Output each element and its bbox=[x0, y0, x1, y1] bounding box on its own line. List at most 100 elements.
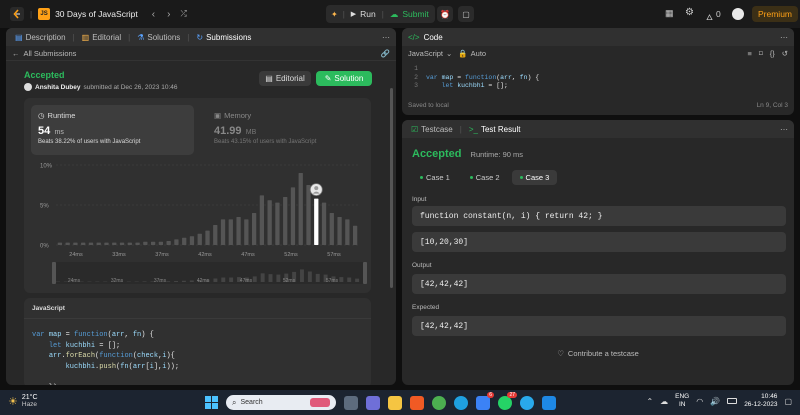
wifi-icon[interactable]: ◠ bbox=[696, 397, 703, 406]
chevron-up-icon[interactable]: ⌃ bbox=[646, 397, 653, 406]
streak-flame-icon[interactable]: 🜂 bbox=[706, 8, 713, 25]
onedrive-icon[interactable]: ☁ bbox=[660, 397, 668, 406]
submission-divider bbox=[6, 60, 396, 61]
tab-editorial[interactable]: ▥ Editorial bbox=[79, 33, 124, 42]
clock[interactable]: 10:46 26-12-2023 bbox=[744, 393, 777, 409]
reset-icon[interactable]: ↺ bbox=[782, 49, 788, 58]
telegram-icon[interactable] bbox=[520, 395, 534, 410]
next-problem-icon[interactable]: › bbox=[167, 9, 170, 20]
memory-card[interactable]: ▣ Memory 41.99 MB Beats 43.15% of users w… bbox=[207, 105, 367, 155]
debug-icon[interactable]: ✦ bbox=[326, 10, 343, 19]
result-panel: ☑ Testcase | >_ Test Result ⋯ Accepted Run… bbox=[402, 120, 794, 385]
case-tab-1[interactable]: Case 1 bbox=[412, 170, 458, 185]
divider: | bbox=[187, 32, 190, 42]
language-indicator[interactable]: ENG IN bbox=[675, 393, 689, 409]
input-fn-box[interactable]: function constant(n, i) { return 42; } bbox=[412, 206, 786, 226]
notification-icon[interactable]: ▢ bbox=[784, 397, 792, 406]
notification-app-icon[interactable]: 6 bbox=[476, 391, 494, 410]
edge-icon[interactable] bbox=[454, 395, 468, 410]
task-view-icon[interactable] bbox=[344, 395, 358, 410]
back-arrow-icon[interactable]: ← bbox=[12, 49, 20, 58]
file-explorer-icon[interactable] bbox=[388, 395, 402, 410]
shuffle-icon[interactable]: ⤮ bbox=[180, 9, 186, 19]
braces-icon[interactable]: {} bbox=[770, 49, 775, 58]
taskbar-center: ⌕ Search 6 27 bbox=[205, 391, 560, 410]
tab-submissions[interactable]: ↻ Submissions bbox=[193, 33, 254, 42]
minimap-bar bbox=[181, 280, 186, 282]
result-panel-tabs: ☑ Testcase | >_ Test Result ⋯ bbox=[402, 120, 794, 138]
taskbar-search[interactable]: ⌕ Search bbox=[226, 395, 336, 410]
x-tick-label: 52ms bbox=[284, 252, 298, 258]
line-number: 2 bbox=[414, 73, 418, 81]
premium-button[interactable]: Premium bbox=[752, 6, 799, 22]
avatar[interactable] bbox=[732, 8, 744, 20]
case-tab-3[interactable]: Case 3 bbox=[511, 170, 558, 185]
more-icon[interactable]: ⋯ bbox=[780, 33, 788, 42]
windows-start-icon[interactable] bbox=[205, 396, 218, 409]
editor-body[interactable]: 123 var map = function(arr, fn) { let ku… bbox=[402, 63, 794, 98]
bar bbox=[182, 237, 187, 245]
timer-icon[interactable]: ⏰ bbox=[437, 6, 453, 22]
contribute-testcase-link[interactable]: ♡ Contribute a testcase bbox=[402, 349, 794, 358]
volume-icon[interactable]: 🔊 bbox=[710, 397, 720, 406]
divider: | bbox=[459, 124, 462, 134]
runtime-title-row: ◷ Runtime bbox=[38, 111, 187, 120]
output-box[interactable]: [42,42,42] bbox=[412, 274, 786, 294]
language-select[interactable]: JavaScript ⌄ bbox=[408, 49, 452, 58]
battery-icon[interactable] bbox=[727, 398, 738, 404]
back-row: ← All Submissions 🔗 bbox=[6, 46, 396, 60]
minimap-bar bbox=[347, 277, 352, 282]
saved-status: Saved to local bbox=[408, 102, 449, 109]
all-submissions-link[interactable]: All Submissions bbox=[24, 49, 77, 58]
code-snippet-lang: JavaScript bbox=[32, 305, 65, 312]
expected-box[interactable]: [42,42,42] bbox=[412, 316, 786, 336]
bar bbox=[298, 173, 303, 245]
chrome-icon[interactable] bbox=[432, 395, 446, 410]
prev-problem-icon[interactable]: ‹ bbox=[152, 9, 155, 20]
layout-icon[interactable]: ▦ bbox=[665, 8, 674, 19]
stats-card: ◷ Runtime 54 ms Beats 38.22% of users wit… bbox=[24, 98, 371, 293]
solution-button[interactable]: ✎ Solution bbox=[316, 71, 372, 86]
editorial-label: Editorial bbox=[275, 74, 305, 83]
settings-icon[interactable]: ⚙ bbox=[685, 7, 694, 18]
brave-icon[interactable] bbox=[410, 395, 424, 410]
problem-list-title[interactable]: 30 Days of JavaScript bbox=[55, 9, 138, 19]
output-label: Output bbox=[412, 262, 432, 269]
teams-icon[interactable] bbox=[366, 395, 380, 410]
run-button[interactable]: ▶ Run bbox=[345, 9, 382, 19]
code-line: let kuchbhi = []; bbox=[48, 341, 121, 350]
bookmark-icon[interactable]: ⌑ bbox=[759, 49, 763, 58]
tab-testcase[interactable]: ☑ Testcase bbox=[408, 125, 456, 134]
auto-indicator[interactable]: 🔒 Auto bbox=[458, 49, 486, 58]
whatsapp-icon[interactable]: 27 bbox=[498, 391, 517, 410]
case-tabs: Case 1 Case 2 Case 3 bbox=[412, 170, 558, 185]
bar bbox=[267, 200, 272, 245]
more-icon[interactable]: ⋯ bbox=[382, 33, 390, 42]
input-arr-box[interactable]: [10,20,30] bbox=[412, 232, 786, 252]
leetcode-logo[interactable] bbox=[10, 7, 24, 21]
memory-title: Memory bbox=[224, 111, 252, 120]
submit-button[interactable]: ☁ Submit bbox=[384, 9, 435, 20]
tab-test-result[interactable]: >_ Test Result bbox=[466, 125, 524, 134]
vscode-icon[interactable] bbox=[542, 395, 556, 410]
more-icon[interactable]: ⋯ bbox=[780, 125, 788, 134]
editorial-button[interactable]: ▤ Editorial bbox=[259, 71, 311, 86]
runtime-distribution-chart[interactable]: 10% 5% 0% 24ms 33ms 37ms 42ms 47ms 52ms 57ms 24m… bbox=[24, 163, 371, 288]
book-icon: ▤ bbox=[265, 74, 273, 83]
lock-icon: 🔒 bbox=[458, 49, 468, 58]
tab-description[interactable]: ▤ Description bbox=[12, 33, 69, 42]
tab-label: Description bbox=[25, 32, 66, 42]
solutions-icon: ⚗ bbox=[137, 32, 145, 42]
minimap-bar bbox=[213, 278, 218, 282]
weather-widget[interactable]: ☀ 21°C Haze bbox=[8, 394, 38, 408]
submitter-name[interactable]: Anshita Dubey bbox=[35, 84, 81, 91]
bar bbox=[329, 213, 334, 245]
format-icon[interactable]: ≡ bbox=[747, 49, 751, 58]
case-tab-2[interactable]: Case 2 bbox=[462, 170, 508, 185]
notes-icon[interactable]: ▢ bbox=[458, 6, 474, 22]
link-icon[interactable]: 🔗 bbox=[381, 49, 390, 58]
left-scrollbar[interactable] bbox=[390, 88, 393, 288]
runtime-card[interactable]: ◷ Runtime 54 ms Beats 38.22% of users wit… bbox=[31, 105, 194, 155]
tab-solutions[interactable]: ⚗ Solutions bbox=[134, 33, 183, 42]
minimap-handle-right bbox=[363, 262, 367, 284]
